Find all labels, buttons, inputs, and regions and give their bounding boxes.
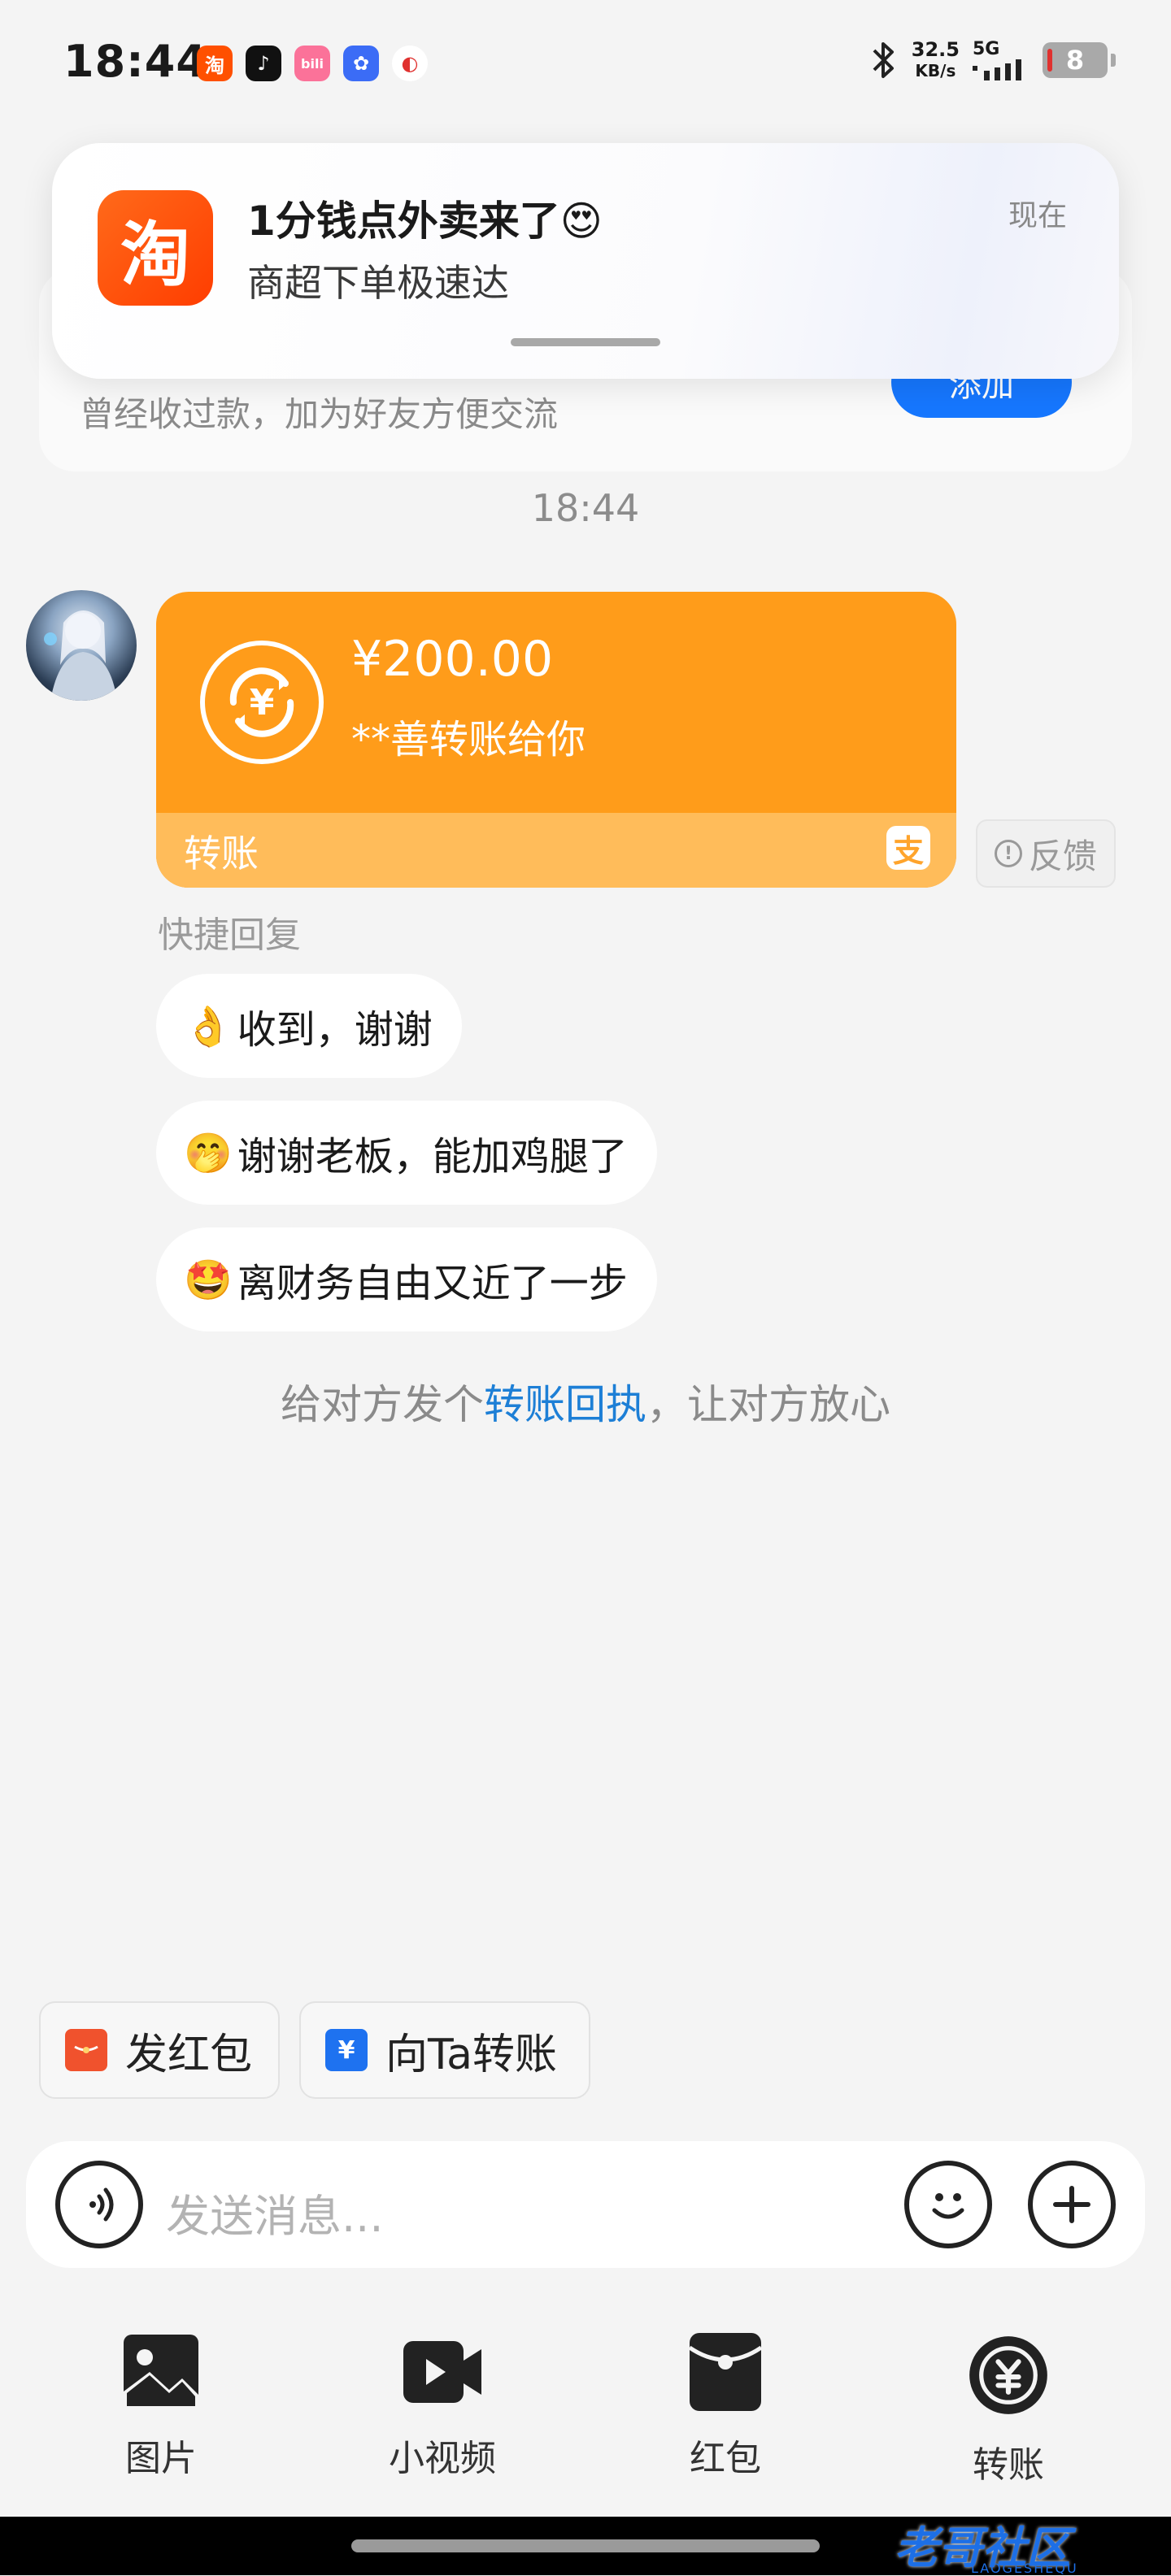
quick-reply-text: 离财务自由又近了一步 — [237, 1261, 628, 1306]
cellular-signal: 5G — [973, 40, 1030, 80]
notification-icons: 淘 ♪ bili ✿ ◐ — [197, 46, 428, 81]
network-speed-value: 32.5 — [911, 38, 960, 61]
toolbar-video[interactable]: 小视频 — [361, 2333, 524, 2481]
transfer-description: **善转账给你 — [351, 717, 586, 762]
send-red-packet-button[interactable]: 发红包 — [39, 2001, 280, 2099]
transfer-to-them-button[interactable]: ¥ 向Ta转账 — [299, 2001, 590, 2099]
smiley-icon — [932, 2193, 964, 2219]
add-friend-description: 曾经收过款，加为好友方便交流 — [80, 394, 559, 434]
transfer-receipt-tip: 给对方发个转账回执，让对方放心 — [0, 1372, 1171, 1431]
taobao-notification-icon: 淘 — [197, 46, 233, 81]
quick-reply-option[interactable]: 👌 收到，谢谢 — [156, 974, 462, 1078]
send-red-packet-label: 发红包 — [125, 2030, 253, 2079]
status-time: 18:44 — [63, 36, 207, 87]
message-timestamp: 18:44 — [531, 486, 640, 530]
receipt-tip-prefix: 给对方发个 — [281, 1381, 484, 1428]
signal-icon — [973, 59, 1021, 80]
giggle-emoji-icon: 🤭 — [184, 1130, 233, 1176]
network-speed-unit: KB/s — [915, 61, 956, 80]
transfer-receipt-link[interactable]: 转账回执 — [484, 1381, 646, 1428]
transfer-icon — [969, 2336, 1047, 2414]
music-notification-icon: ♪ — [246, 46, 281, 81]
alipay-icon: 支 — [886, 826, 930, 870]
receipt-tip-suffix: ，让对方放心 — [646, 1381, 890, 1428]
avatar-image — [44, 610, 117, 701]
transfer-yuan-icon: ¥ — [325, 2029, 368, 2071]
heart-eyes-emoji-icon: 😍 — [559, 198, 603, 245]
info-icon: ! — [994, 840, 1022, 867]
video-icon — [403, 2341, 481, 2403]
toolbar-red-packet-label: 红包 — [690, 2438, 761, 2479]
notification-title-text: 1分钱点外卖来了 — [247, 198, 560, 245]
more-options-button[interactable] — [1028, 2161, 1116, 2248]
quick-reply-text: 收到，谢谢 — [237, 1007, 433, 1053]
red-app-notification-icon: ◐ — [392, 46, 428, 81]
app-notification-icon: ✿ — [343, 46, 379, 81]
quick-reply-option[interactable]: 🤭 谢谢老板，能加鸡腿了 — [156, 1101, 657, 1205]
bilibili-notification-icon: bili — [294, 46, 330, 81]
ok-hand-emoji-icon: 👌 — [184, 1003, 233, 1049]
taobao-app-icon: 淘 — [98, 190, 213, 306]
message-input[interactable]: 发送消息... — [166, 2180, 384, 2244]
feedback-label: 反馈 — [1028, 836, 1097, 876]
quick-reply-text: 谢谢老板，能加鸡腿了 — [237, 1134, 628, 1179]
transfer-to-them-label: 向Ta转账 — [385, 2030, 558, 2079]
home-gesture-handle[interactable] — [351, 2539, 820, 2552]
notification-drag-handle[interactable] — [511, 338, 660, 346]
toolbar-transfer-label: 转账 — [973, 2444, 1044, 2486]
star-eyes-emoji-icon: 🤩 — [184, 1257, 233, 1303]
transfer-card-footer — [156, 813, 956, 888]
quick-reply-option[interactable]: 🤩 离财务自由又近了一步 — [156, 1227, 657, 1331]
toolbar-photo[interactable]: 图片 — [80, 2333, 242, 2481]
voice-icon — [89, 2187, 114, 2222]
voice-input-button[interactable] — [55, 2161, 143, 2248]
bluetooth-icon — [873, 42, 894, 78]
avatar[interactable] — [26, 590, 137, 701]
transfer-icon: ¥ — [200, 641, 324, 764]
red-packet-icon — [65, 2029, 107, 2071]
emoji-button[interactable] — [904, 2161, 992, 2248]
transfer-amount: ¥200.00 — [351, 631, 554, 688]
currency-exchange-icon: ¥ — [229, 667, 294, 737]
notification-time: 现在 — [1008, 199, 1068, 232]
red-packet-icon — [688, 2333, 763, 2411]
watermark-subtext: LAOGESHEQU — [971, 2561, 1078, 2576]
network-speed: 32.5 KB/s — [912, 39, 960, 81]
plus-icon — [1053, 2186, 1090, 2223]
transfer-type-label: 转账 — [184, 832, 259, 875]
toolbar-video-label: 小视频 — [389, 2438, 496, 2479]
svg-text:¥: ¥ — [250, 682, 275, 723]
battery-indicator: 8 — [1043, 42, 1116, 78]
toolbar-photo-label: 图片 — [125, 2438, 197, 2479]
feedback-button[interactable]: ! 反馈 — [976, 819, 1116, 888]
notification-title: 1分钱点外卖来了😍 — [247, 189, 603, 247]
toolbar-transfer[interactable]: 转账 — [927, 2333, 1090, 2487]
quick-reply-title: 快捷回复 — [158, 914, 301, 956]
photo-icon — [124, 2335, 198, 2409]
network-type: 5G — [973, 39, 1000, 59]
notification-subtitle: 商超下单极速达 — [247, 261, 509, 305]
toolbar-red-packet[interactable]: 红包 — [644, 2333, 807, 2481]
status-indicators: 32.5 KB/s 5G 8 — [869, 39, 1116, 81]
